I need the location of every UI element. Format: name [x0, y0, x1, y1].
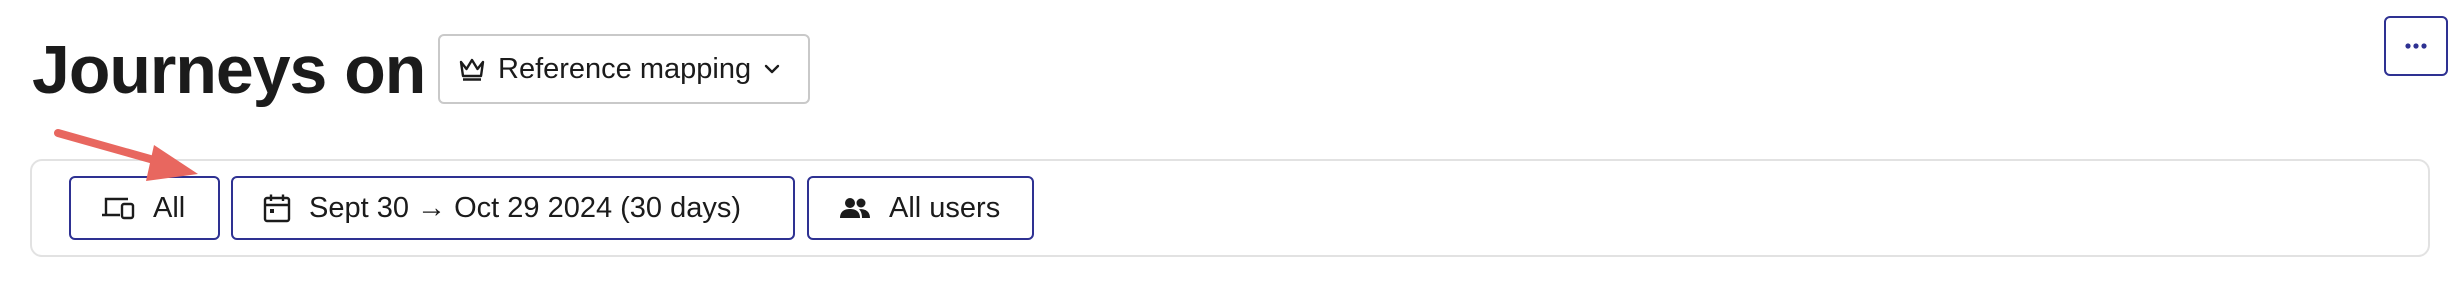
crown-icon	[458, 56, 486, 82]
devices-icon	[101, 195, 135, 221]
device-filter-label: All	[153, 191, 186, 224]
date-range-label: Sept 30 → Oct 29 2024 (30 days)	[309, 191, 742, 224]
reference-mapping-dropdown[interactable]: Reference mapping	[438, 34, 810, 104]
journeys-page: Journeys on Reference mapping All Sept 3…	[0, 0, 2458, 292]
more-options-button[interactable]	[2384, 16, 2448, 76]
device-filter-button[interactable]: All	[69, 176, 220, 240]
calendar-icon	[263, 193, 291, 223]
more-horizontal-icon	[2405, 43, 2427, 49]
users-filter-button[interactable]: All users	[807, 176, 1034, 240]
chevron-down-icon	[763, 63, 781, 75]
users-filter-label: All users	[889, 191, 1001, 224]
page-title: Journeys on	[32, 32, 426, 108]
reference-mapping-label: Reference mapping	[498, 52, 752, 85]
users-icon	[839, 196, 871, 220]
date-range-filter-button[interactable]: Sept 30 → Oct 29 2024 (30 days)	[231, 176, 795, 240]
